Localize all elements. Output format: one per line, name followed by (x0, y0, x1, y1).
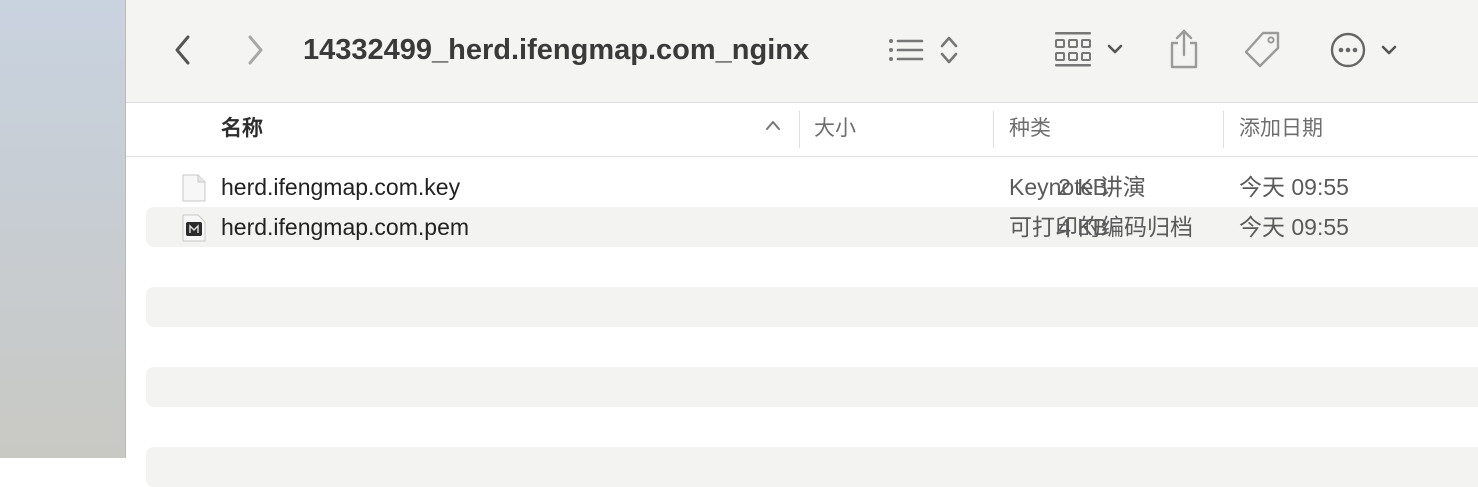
desktop-background (0, 0, 125, 458)
column-divider[interactable] (799, 111, 800, 148)
file-row[interactable]: herd.ifengmap.com.pem 4 KB 可打印的编码归档 今天 0… (146, 207, 1478, 247)
tag-button[interactable] (1239, 28, 1285, 72)
back-button[interactable] (166, 30, 200, 70)
list-view-icon (889, 39, 924, 61)
column-divider[interactable] (993, 111, 994, 148)
column-header: 名称 大小 种类 添加日期 (126, 103, 1478, 157)
group-by-button[interactable] (1051, 28, 1126, 70)
chevron-down-icon (1381, 45, 1397, 55)
tag-icon (1244, 31, 1280, 68)
column-date-added-header[interactable]: 添加日期 (1239, 103, 1323, 156)
empty-row (146, 407, 1478, 447)
empty-row (146, 447, 1478, 487)
blank-document-icon (182, 174, 206, 202)
toolbar: 14332499_herd.ifengmap.com_nginx (126, 0, 1478, 103)
column-size-header[interactable]: 大小 (814, 103, 856, 156)
file-kind: Keynote 讲演 (1009, 174, 1146, 200)
column-kind-header[interactable]: 种类 (1009, 103, 1051, 156)
more-ellipsis-icon (1330, 32, 1366, 68)
finder-window: 14332499_herd.ifengmap.com_nginx 名称 大小 种… (125, 0, 1478, 487)
more-actions-button[interactable] (1326, 28, 1402, 72)
file-name: herd.ifengmap.com.key (221, 174, 461, 200)
forward-chevron-icon (248, 35, 263, 65)
certificate-document-icon (182, 214, 206, 242)
column-name-header[interactable]: 名称 (221, 103, 263, 156)
file-row[interactable]: herd.ifengmap.com.key 2 KB Keynote 讲演 今天… (146, 167, 1478, 207)
back-chevron-icon (175, 35, 190, 65)
file-kind: 可打印的编码归档 (1009, 214, 1193, 240)
file-date-added: 今天 09:55 (1239, 214, 1349, 240)
file-list: herd.ifengmap.com.key 2 KB Keynote 讲演 今天… (146, 167, 1478, 487)
window-title: 14332499_herd.ifengmap.com_nginx (303, 34, 810, 66)
share-icon (1170, 29, 1198, 69)
chevron-down-icon (1107, 44, 1122, 54)
forward-button[interactable] (238, 30, 272, 70)
file-date-added: 今天 09:55 (1239, 174, 1349, 200)
file-name: herd.ifengmap.com.pem (221, 214, 470, 240)
sort-ascending-icon[interactable] (764, 118, 782, 132)
empty-row (146, 367, 1478, 407)
column-divider[interactable] (1223, 111, 1224, 148)
group-grid-icon (1054, 32, 1091, 67)
sort-updown-icon (940, 36, 958, 64)
view-options-button[interactable] (884, 30, 964, 70)
empty-row (146, 247, 1478, 287)
empty-row (146, 327, 1478, 367)
empty-row (146, 287, 1478, 327)
share-button[interactable] (1164, 26, 1204, 72)
